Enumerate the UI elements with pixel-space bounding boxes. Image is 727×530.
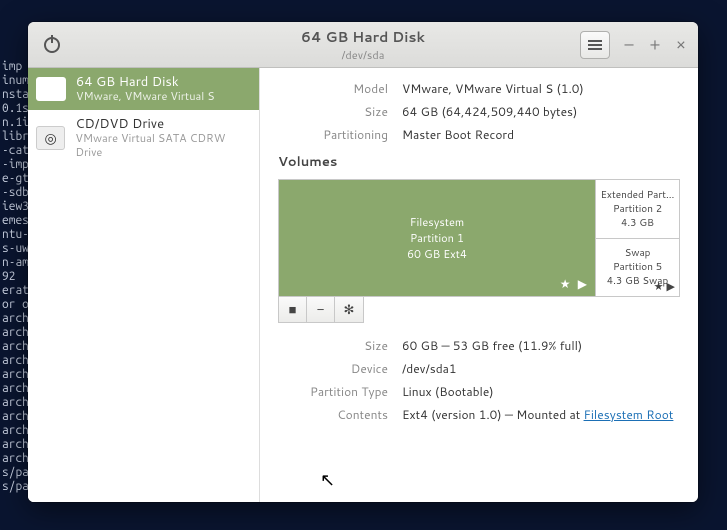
- volume-side: Extended Part… Partition 2 4.3 GB Swap P…: [595, 180, 679, 296]
- volume-swap[interactable]: Swap Partition 5 4.3 GB Swap ★ ▶: [595, 238, 679, 297]
- label-part-size: Size: [278, 337, 388, 354]
- vol-label: 4.3 GB: [598, 216, 677, 230]
- disc-icon: ◎: [36, 126, 65, 150]
- close-button[interactable]: ×: [674, 33, 688, 56]
- value-contents: Ext4 (version 1.0) — Mounted at Filesyst…: [402, 406, 680, 423]
- stop-button[interactable]: ■: [279, 297, 307, 322]
- filesystem-root-link[interactable]: Filesystem Root: [584, 406, 674, 423]
- titlebar: 64 GB Hard Disk /dev/sda – + ×: [28, 22, 698, 68]
- sidebar-item-cdrom[interactable]: ◎ CD/DVD Drive VMware Virtual SATA CDRW …: [28, 110, 259, 166]
- sidebar-item-hdd[interactable]: ▤ 64 GB Hard Disk VMware, VMware Virtual…: [28, 68, 259, 110]
- disk-info: Model VMware, VMware Virtual S (1.0) Siz…: [278, 80, 680, 143]
- vol-label: Partition 2: [598, 202, 677, 216]
- titlebar-right: – + ×: [580, 31, 688, 59]
- volume-toolbar: ■ − ✻: [278, 297, 364, 323]
- volume-extended[interactable]: Extended Part… Partition 2 4.3 GB: [595, 180, 679, 238]
- vol-label: Partition 1: [410, 230, 464, 246]
- vol-label: Partition 5: [598, 260, 677, 274]
- label-model: Model: [278, 80, 388, 97]
- label-partitioning: Partitioning: [278, 126, 388, 143]
- body: ▤ 64 GB Hard Disk VMware, VMware Virtual…: [28, 68, 698, 502]
- hamburger-icon: [588, 44, 602, 46]
- vol-label: Extended Part…: [598, 188, 677, 202]
- label-device: Device: [278, 360, 388, 377]
- vol-label: Swap: [598, 246, 677, 260]
- partition-details: Size 60 GB — 53 GB free (11.9% full) Dev…: [278, 337, 680, 423]
- disks-window: 64 GB Hard Disk /dev/sda – + × ▤ 64 GB H…: [28, 22, 698, 502]
- minimize-button[interactable]: –: [622, 33, 636, 56]
- delete-button[interactable]: −: [307, 297, 335, 322]
- device-subtitle: VMware, VMware Virtual S: [76, 90, 215, 104]
- hdd-icon: ▤: [36, 77, 66, 101]
- star-play-icon: ★ ▶: [560, 275, 589, 292]
- contents-text: Ext4 (version 1.0) — Mounted at: [402, 406, 584, 423]
- device-sidebar: ▤ 64 GB Hard Disk VMware, VMware Virtual…: [28, 68, 260, 502]
- value-ptype: Linux (Bootable): [402, 383, 680, 400]
- label-size: Size: [278, 103, 388, 120]
- vol-label: Filesystem: [410, 214, 464, 230]
- device-subtitle: VMware Virtual SATA CDRW Drive: [75, 132, 251, 160]
- volume-map: Filesystem Partition 1 60 GB Ext4 ★ ▶ Ex…: [278, 179, 680, 297]
- value-size: 64 GB (64,424,509,440 bytes): [402, 103, 680, 120]
- value-part-size: 60 GB — 53 GB free (11.9% full): [402, 337, 680, 354]
- options-button[interactable]: ✻: [335, 297, 363, 322]
- vol-label: 60 GB Ext4: [407, 246, 467, 262]
- power-icon[interactable]: [44, 37, 60, 53]
- value-model: VMware, VMware Virtual S (1.0): [402, 80, 680, 97]
- volumes-heading: Volumes: [278, 153, 680, 171]
- label-ptype: Partition Type: [278, 383, 388, 400]
- maximize-button[interactable]: +: [648, 33, 662, 56]
- main-panel: Model VMware, VMware Virtual S (1.0) Siz…: [260, 68, 698, 502]
- label-contents: Contents: [278, 406, 388, 423]
- window-title: 64 GB Hard Disk: [301, 27, 425, 47]
- value-device: /dev/sda1: [402, 360, 680, 377]
- title-center: 64 GB Hard Disk /dev/sda: [301, 27, 425, 63]
- value-partitioning: Master Boot Record: [402, 126, 680, 143]
- star-play-icon: ★ ▶: [654, 278, 675, 294]
- menu-button[interactable]: [580, 31, 610, 59]
- volume-partition1[interactable]: Filesystem Partition 1 60 GB Ext4 ★ ▶: [279, 180, 595, 296]
- window-subtitle: /dev/sda: [301, 47, 425, 63]
